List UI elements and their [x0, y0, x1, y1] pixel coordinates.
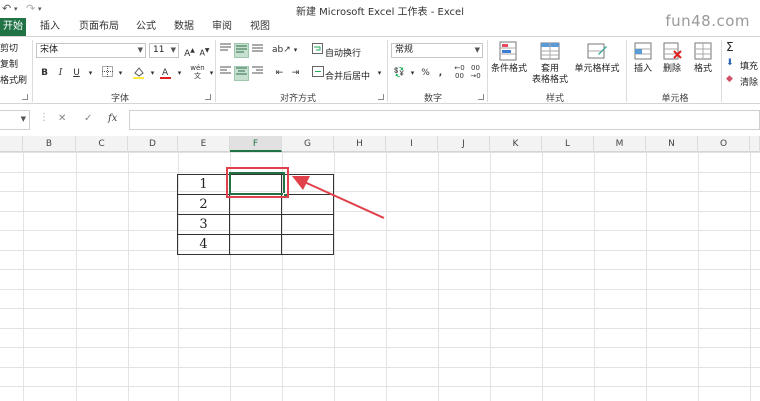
annotation-arrow: [292, 176, 385, 219]
arrow-shaft: [299, 179, 385, 219]
